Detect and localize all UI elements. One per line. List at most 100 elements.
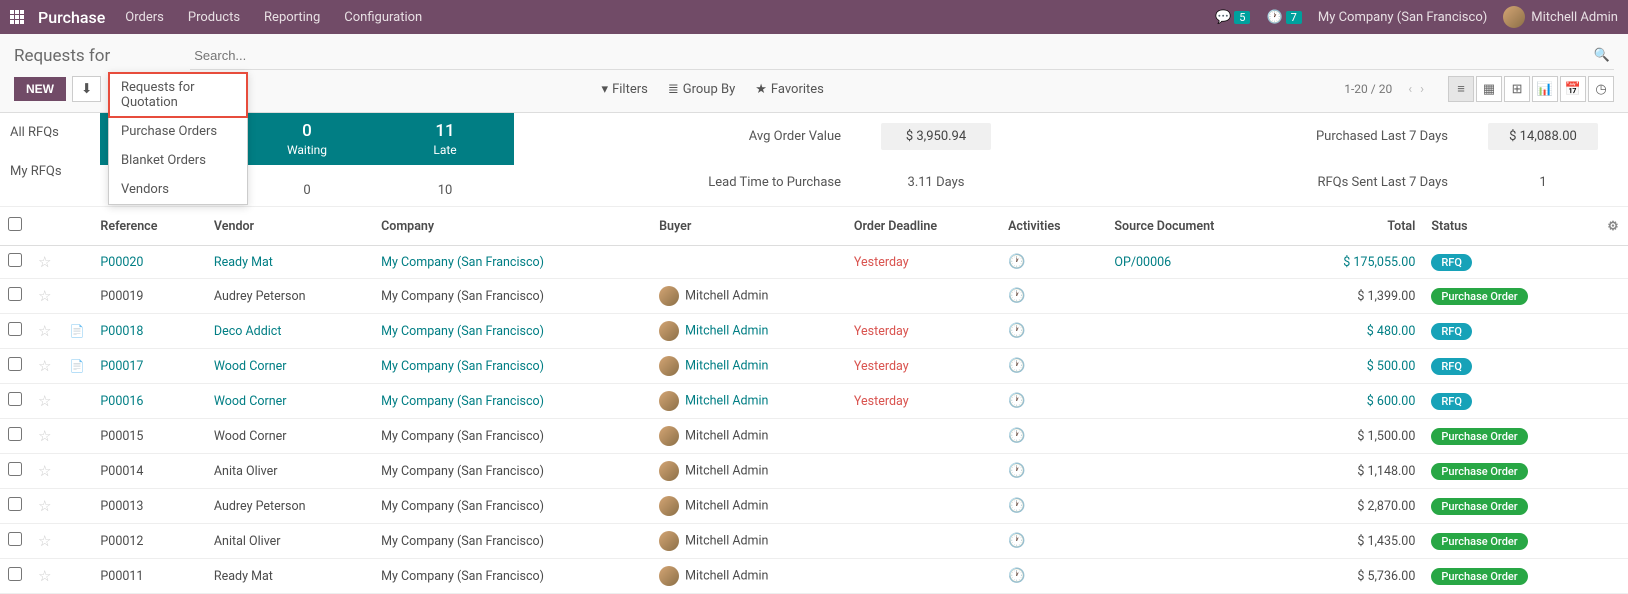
company-link[interactable]: My Company (San Francisco) (381, 289, 544, 304)
app-brand[interactable]: Purchase (38, 8, 105, 27)
reference-link[interactable]: P00011 (100, 569, 143, 584)
row-checkbox[interactable] (8, 497, 22, 511)
reference-link[interactable]: P00016 (100, 394, 143, 409)
buyer-name[interactable]: Mitchell Admin (685, 428, 768, 443)
activity-clock-icon[interactable]: 🕐 (1008, 393, 1025, 409)
view-list[interactable]: ≡ (1448, 76, 1474, 102)
activity-clock-icon[interactable]: 🕐 (1008, 358, 1025, 374)
row-checkbox[interactable] (8, 322, 22, 336)
row-checkbox[interactable] (8, 357, 22, 371)
star-icon[interactable]: ☆ (38, 253, 51, 271)
table-row[interactable]: ☆P00013Audrey PetersonMy Company (San Fr… (0, 489, 1628, 524)
vendor-link[interactable]: Ready Mat (214, 255, 273, 270)
kpi-tab-my[interactable]: My RFQs (0, 152, 100, 191)
menu-products[interactable]: Products (188, 10, 240, 25)
dropdown-item-blanket-orders[interactable]: Blanket Orders (109, 146, 247, 175)
search-icon[interactable]: 🔍 (1594, 48, 1610, 63)
reference-link[interactable]: P00017 (100, 359, 143, 374)
reference-link[interactable]: P00013 (100, 499, 143, 514)
activity-clock-icon[interactable]: 🕐 (1008, 533, 1025, 549)
col-reference[interactable]: Reference (92, 207, 205, 246)
activity-clock-icon[interactable]: 🕐 (1008, 498, 1025, 514)
col-activities[interactable]: Activities (1000, 207, 1106, 246)
star-icon[interactable]: ☆ (38, 392, 51, 410)
vendor-link[interactable]: Wood Corner (214, 429, 287, 444)
vendor-link[interactable]: Ready Mat (214, 569, 273, 584)
table-row[interactable]: ☆ P00012 Anital Oliver My Company (San Fran… (0, 524, 1628, 559)
star-icon[interactable]: ☆ (38, 532, 51, 550)
activity-clock-icon[interactable]: 🕐 (1008, 254, 1025, 270)
reference-link[interactable]: P00012 (100, 534, 143, 549)
row-checkbox[interactable] (8, 253, 22, 267)
buyer-name[interactable]: Mitchell Admin (685, 498, 768, 513)
col-status[interactable]: Status (1423, 207, 1598, 246)
activity-clock-icon[interactable]: 🕐 (1008, 288, 1025, 304)
buyer-name[interactable]: Mitchell Admin (685, 568, 768, 583)
kpi-card-waiting-my[interactable]: 0 (238, 165, 376, 206)
company-link[interactable]: My Company (San Francisco) (381, 394, 544, 409)
reference-link[interactable]: P00015 (100, 429, 143, 444)
pager-next[interactable]: › (1420, 82, 1424, 97)
source-link[interactable]: OP/00006 (1114, 255, 1171, 270)
filters-button[interactable]: ▾ Filters (602, 82, 648, 97)
star-icon[interactable]: ☆ (38, 357, 51, 375)
select-all-checkbox[interactable] (8, 217, 22, 231)
company-link[interactable]: My Company (San Francisco) (381, 499, 544, 514)
buyer-name[interactable]: Mitchell Admin (685, 393, 768, 408)
user-menu[interactable]: Mitchell Admin (1503, 6, 1618, 28)
group-by-button[interactable]: ≣ Group By (668, 82, 735, 97)
pager-prev[interactable]: ‹ (1408, 82, 1412, 97)
activities-button[interactable]: 🕐 7 (1266, 10, 1301, 25)
search-input[interactable] (190, 42, 1614, 70)
star-icon[interactable]: ☆ (38, 427, 51, 445)
company-link[interactable]: My Company (San Francisco) (381, 464, 544, 479)
row-checkbox[interactable] (8, 392, 22, 406)
activity-clock-icon[interactable]: 🕐 (1008, 568, 1025, 584)
company-link[interactable]: My Company (San Francisco) (381, 324, 544, 339)
buyer-name[interactable]: Mitchell Admin (685, 288, 768, 303)
buyer-name[interactable]: Mitchell Admin (685, 533, 768, 548)
row-checkbox[interactable] (8, 462, 22, 476)
company-link[interactable]: My Company (San Francisco) (381, 534, 544, 549)
col-buyer[interactable]: Buyer (651, 207, 846, 246)
note-icon[interactable]: 📄 (69, 324, 84, 338)
col-vendor[interactable]: Vendor (206, 207, 373, 246)
star-icon[interactable]: ☆ (38, 322, 51, 340)
buyer-name[interactable]: Mitchell Admin (685, 463, 768, 478)
dropdown-item-purchase-orders[interactable]: Purchase Orders (109, 117, 247, 146)
menu-orders[interactable]: Orders (125, 10, 164, 25)
vendor-link[interactable]: Wood Corner (214, 359, 287, 374)
table-row[interactable]: ☆P00011Ready MatMy Company (San Francisc… (0, 559, 1628, 594)
table-row[interactable]: ☆P00015Wood CornerMy Company (San Franci… (0, 419, 1628, 454)
table-row[interactable]: ☆P00019Audrey PetersonMy Company (San Fr… (0, 279, 1628, 314)
new-button[interactable]: NEW (14, 77, 66, 101)
table-row[interactable]: ☆📄P00018Deco AddictMy Company (San Franc… (0, 314, 1628, 349)
messaging-button[interactable]: 💬 5 (1215, 10, 1250, 25)
reference-link[interactable]: P00020 (100, 255, 143, 270)
table-row[interactable]: ☆P00016Wood CornerMy Company (San Franci… (0, 384, 1628, 419)
view-pivot[interactable]: ⊞ (1504, 76, 1530, 102)
col-source[interactable]: Source Document (1106, 207, 1286, 246)
kpi-card-waiting[interactable]: 0Waiting (238, 113, 376, 165)
buyer-name[interactable]: Mitchell Admin (685, 323, 768, 338)
vendor-link[interactable]: Anital Oliver (214, 534, 281, 549)
table-row[interactable]: ☆P00020Ready MatMy Company (San Francisc… (0, 246, 1628, 279)
view-activity[interactable]: ◷ (1588, 76, 1614, 102)
col-total[interactable]: Total (1286, 207, 1423, 246)
star-icon[interactable]: ☆ (38, 497, 51, 515)
kpi-card-late[interactable]: 11Late (376, 113, 514, 165)
download-button[interactable]: ⬇ (72, 76, 101, 102)
view-graph[interactable]: 📊 (1532, 76, 1558, 102)
row-checkbox[interactable] (8, 532, 22, 546)
favorites-button[interactable]: ★ Favorites (755, 82, 824, 97)
vendor-link[interactable]: Deco Addict (214, 324, 282, 339)
row-checkbox[interactable] (8, 567, 22, 581)
kpi-card-late-my[interactable]: 10 (376, 165, 514, 206)
note-icon[interactable]: 📄 (69, 359, 84, 373)
reference-link[interactable]: P00014 (100, 464, 143, 479)
vendor-link[interactable]: Anita Oliver (214, 464, 278, 479)
dropdown-item-rfq[interactable]: Requests for Quotation (108, 72, 248, 118)
company-link[interactable]: My Company (San Francisco) (381, 359, 544, 374)
dropdown-item-vendors[interactable]: Vendors (109, 175, 247, 204)
row-checkbox[interactable] (8, 287, 22, 301)
